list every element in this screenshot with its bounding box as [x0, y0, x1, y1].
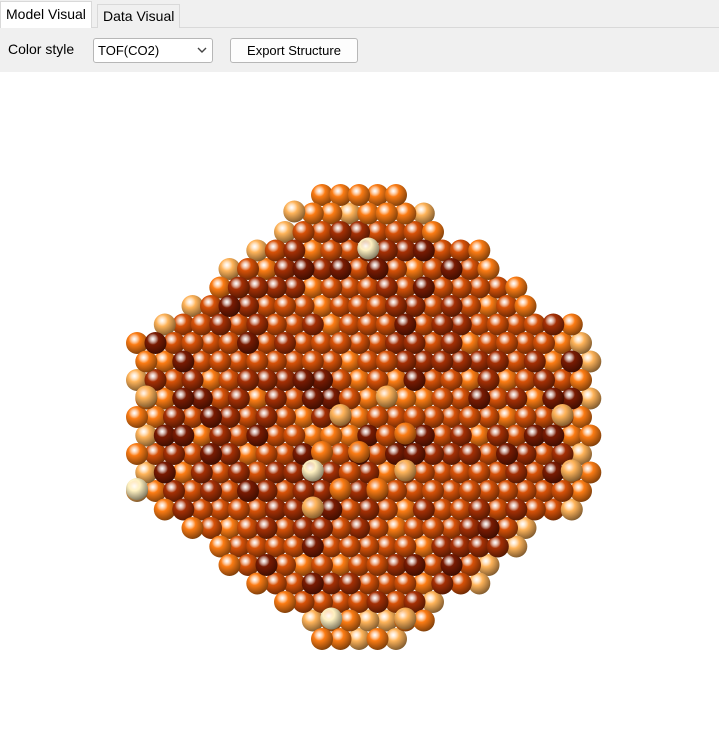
atom-sphere — [144, 332, 167, 354]
atom-sphere — [200, 406, 222, 428]
export-structure-button[interactable]: Export Structure — [230, 38, 358, 63]
atom-sphere — [366, 591, 389, 613]
atom-sphere — [311, 628, 333, 650]
atom-sphere — [394, 313, 417, 336]
atom-sphere — [255, 517, 278, 539]
atom-sphere — [301, 496, 324, 519]
atom-sphere — [366, 554, 389, 576]
atom-sphere — [468, 239, 491, 262]
atom-sphere — [375, 350, 398, 373]
atom-sphere — [153, 461, 176, 484]
chevron-down-icon — [197, 47, 207, 53]
atom-sphere — [320, 607, 343, 630]
atom-sphere — [459, 480, 481, 502]
atom-sphere — [237, 369, 259, 391]
atom-sphere — [477, 517, 500, 539]
atom-sphere — [172, 387, 195, 410]
atom-sphere — [246, 424, 269, 447]
atom-sphere — [440, 332, 463, 354]
atom-sphere — [348, 184, 370, 206]
atom-sphere — [329, 258, 352, 280]
atom-sphere — [459, 443, 481, 465]
atom-sphere — [274, 332, 296, 354]
atom-sphere — [218, 554, 241, 576]
atom-sphere — [394, 607, 417, 630]
atom-sphere — [366, 478, 389, 500]
atom-sphere — [338, 572, 361, 595]
atom-sphere — [422, 480, 444, 502]
atom-sphere — [542, 424, 565, 447]
atom-sphere — [375, 202, 398, 225]
atom-sphere — [440, 554, 463, 576]
atom-sphere — [301, 572, 324, 595]
atom-sphere — [357, 237, 380, 260]
atom-sphere — [560, 459, 583, 482]
atom-sphere — [329, 221, 352, 243]
atom-sphere — [366, 628, 389, 650]
toolbar: Color style TOF(CO2) Export Structure — [0, 28, 719, 72]
atom-sphere — [394, 459, 417, 482]
atom-sphere — [403, 554, 426, 576]
atom-sphere — [523, 350, 546, 373]
atom-sphere — [551, 404, 574, 426]
tab-data-visual[interactable]: Data Visual — [97, 4, 181, 28]
atom-sphere — [292, 258, 315, 280]
atom-sphere — [505, 387, 528, 410]
atom-sphere — [403, 369, 426, 391]
atom-sphere — [579, 424, 602, 447]
atom-sphere — [301, 459, 324, 482]
color-style-select[interactable]: TOF(CO2) — [93, 38, 213, 63]
atom-sphere — [375, 385, 398, 408]
atom-sphere — [255, 554, 278, 576]
atom-sphere — [218, 295, 241, 317]
color-style-label: Color style — [8, 41, 75, 57]
atom-sphere — [172, 350, 195, 373]
atom-sphere — [274, 591, 296, 613]
atom-sphere — [514, 295, 537, 317]
nanoparticle-render[interactable] — [0, 72, 719, 735]
atom-sphere — [412, 276, 435, 299]
atom-sphere — [560, 350, 583, 373]
atom-sphere — [496, 443, 518, 465]
atom-sphere — [394, 422, 417, 445]
atom-sphere — [200, 443, 222, 465]
3d-structure-viewport[interactable] — [0, 72, 719, 735]
atom-sphere — [329, 478, 352, 500]
color-style-value: TOF(CO2) — [98, 43, 160, 58]
atom-sphere — [301, 535, 324, 558]
tab-bar: Model Visual Data Visual — [0, 0, 719, 28]
atom-sphere — [237, 480, 259, 502]
atom-sphere — [348, 441, 370, 463]
atom-sphere — [283, 200, 306, 223]
atom-sphere — [412, 239, 435, 262]
atom-sphere — [542, 313, 565, 336]
tab-model-visual[interactable]: Model Visual — [0, 1, 92, 28]
atom-sphere — [237, 332, 259, 354]
atom-sphere — [329, 404, 352, 426]
atom-sphere — [292, 369, 315, 391]
atom-sphere — [135, 385, 158, 408]
atom-sphere — [329, 332, 352, 354]
atom-sphere — [181, 517, 204, 539]
atom-sphere — [126, 443, 148, 465]
atom-sphere — [301, 313, 324, 336]
atom-sphere — [468, 387, 491, 410]
atom-sphere — [440, 258, 463, 280]
atom-sphere — [440, 295, 463, 317]
atom-sphere — [505, 498, 528, 521]
atom-sphere — [366, 258, 389, 280]
atom-sphere — [172, 424, 195, 447]
atom-sphere — [126, 478, 148, 500]
